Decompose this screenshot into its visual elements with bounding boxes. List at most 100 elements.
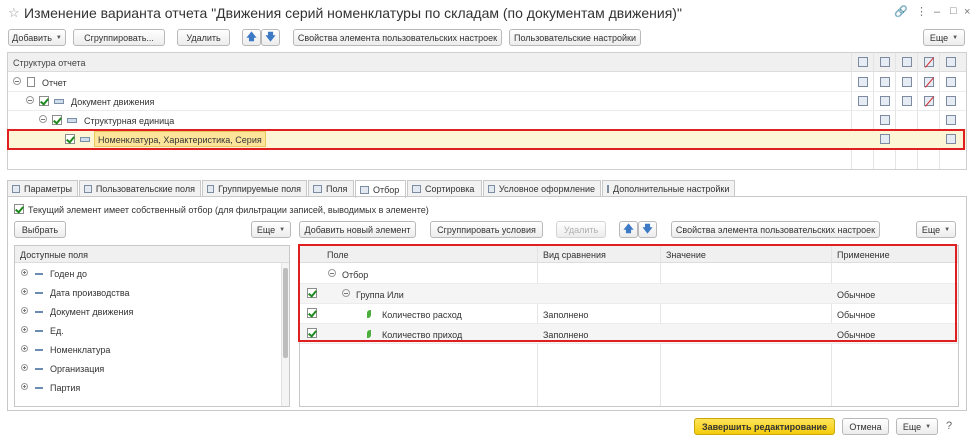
more-icon[interactable]: ⋮ — [916, 6, 927, 18]
list-item[interactable]: Дата производства — [15, 283, 277, 302]
output-settings-icon[interactable] — [946, 96, 956, 106]
group-button[interactable]: Сгруппировать... — [73, 29, 165, 46]
tab-fields[interactable]: Поля — [308, 180, 354, 197]
expand-icon[interactable] — [21, 383, 28, 390]
element-properties-button[interactable]: Свойства элемента пользовательских настр… — [293, 29, 502, 46]
filter-element-properties-button[interactable]: Свойства элемента пользовательских настр… — [671, 221, 880, 238]
list-item[interactable]: Годен до — [15, 264, 277, 283]
list-item-label: Номенклатура — [50, 345, 111, 355]
collapse-icon[interactable] — [39, 115, 47, 123]
output-settings-icon[interactable] — [946, 115, 956, 125]
tab-label: Группируемые поля — [218, 184, 301, 194]
structure-header: Структура отчета — [8, 53, 966, 72]
enable-checkbox[interactable] — [39, 96, 49, 106]
structure-row-document[interactable]: Документ движения — [8, 92, 966, 111]
enable-checkbox[interactable] — [52, 115, 62, 125]
select-button[interactable]: Выбрать — [14, 221, 66, 238]
conditional-format-icon[interactable] — [924, 96, 934, 106]
order-settings-icon[interactable] — [902, 96, 912, 106]
expand-icon[interactable] — [21, 269, 28, 276]
expand-icon[interactable] — [21, 345, 28, 352]
filter-settings-icon[interactable] — [880, 57, 890, 67]
add-button[interactable]: Добавить ▼ — [8, 29, 66, 46]
field-icon — [35, 387, 43, 389]
order-settings-icon[interactable] — [902, 77, 912, 87]
filter-settings-icon[interactable] — [880, 96, 890, 106]
maximize-icon[interactable]: □ — [950, 5, 957, 17]
list-item[interactable]: Ед. — [15, 321, 277, 340]
more-button-label: Еще — [256, 224, 276, 235]
finish-editing-label: Завершить редактирование — [701, 421, 828, 432]
dropdown-caret-icon: ▼ — [944, 226, 951, 233]
conditional-format-icon[interactable] — [924, 77, 934, 87]
arrow-up-icon: 🡅 — [246, 31, 257, 43]
add-new-element-button[interactable]: Добавить новый элемент — [299, 221, 416, 238]
available-more-button[interactable]: Еще ▼ — [251, 221, 291, 238]
tab-user-fields[interactable]: Пользовательские поля — [79, 180, 201, 197]
filter-move-up-button[interactable]: 🡅 — [619, 221, 638, 238]
column-settings-icon[interactable] — [858, 96, 868, 106]
more-button[interactable]: Еще ▼ — [923, 29, 965, 46]
own-filter-checkbox[interactable] — [14, 204, 24, 214]
filter-delete-button[interactable]: Удалить — [556, 221, 606, 238]
group-button-label: Сгруппировать... — [84, 32, 154, 43]
order-settings-icon[interactable] — [902, 57, 912, 67]
collapse-icon[interactable] — [13, 77, 21, 85]
expand-icon[interactable] — [21, 326, 28, 333]
tab-label: Дополнительные настройки — [613, 184, 730, 194]
scrollbar[interactable] — [281, 263, 289, 406]
tab-label: Сортировка — [425, 184, 475, 194]
move-up-button[interactable]: 🡅 — [242, 29, 261, 46]
filter-more-button[interactable]: Еще ▼ — [916, 221, 956, 238]
list-item[interactable]: Документ движения — [15, 302, 277, 321]
footer-more-button[interactable]: Еще ▼ — [896, 418, 938, 435]
structure-row-label: Отчет — [42, 78, 67, 88]
expand-icon[interactable] — [21, 364, 28, 371]
structure-row-report[interactable]: Отчет — [8, 73, 966, 92]
filter-settings-icon[interactable] — [880, 77, 890, 87]
conditional-format-icon[interactable] — [924, 57, 934, 67]
field-icon — [35, 330, 43, 332]
filter-move-down-button[interactable]: 🡇 — [638, 221, 657, 238]
tab-conditional-format[interactable]: Условное оформление — [483, 180, 601, 197]
filter-icon — [360, 185, 369, 194]
list-item[interactable]: Партия — [15, 378, 277, 397]
list-item[interactable]: Номенклатура — [15, 340, 277, 359]
field-icon — [35, 273, 43, 275]
element-properties-label: Свойства элемента пользовательских настр… — [297, 32, 498, 43]
filter-settings-icon[interactable] — [880, 115, 890, 125]
tab-label: Пользовательские поля — [95, 184, 195, 194]
highlight-frame-structure — [7, 129, 965, 150]
list-item[interactable]: Организация — [15, 359, 277, 378]
output-settings-icon[interactable] — [946, 57, 956, 67]
delete-button[interactable]: Удалить — [177, 29, 230, 46]
scrollbar-thumb[interactable] — [283, 268, 288, 358]
tab-additional-settings[interactable]: Дополнительные настройки — [602, 180, 735, 197]
structure-row-unit[interactable]: Структурная единица — [8, 111, 966, 130]
tab-parameters[interactable]: Параметры — [7, 180, 78, 197]
link-icon[interactable]: 🔗 — [894, 6, 908, 18]
user-fields-icon — [84, 185, 92, 193]
close-icon[interactable]: × — [964, 6, 970, 18]
finish-editing-button[interactable]: Завершить редактирование — [694, 418, 835, 435]
tab-sorting[interactable]: Сортировка — [407, 180, 482, 197]
output-settings-icon[interactable] — [946, 77, 956, 87]
group-conditions-button[interactable]: Сгруппировать условия — [430, 221, 543, 238]
tab-grouping-fields[interactable]: Группируемые поля — [202, 180, 307, 197]
minimize-icon[interactable]: – — [934, 6, 940, 18]
arrow-up-icon: 🡅 — [623, 223, 634, 235]
own-filter-label: Текущий элемент имеет собственный отбор … — [28, 205, 429, 215]
move-down-button[interactable]: 🡇 — [261, 29, 280, 46]
user-settings-button[interactable]: Пользовательские настройки — [509, 29, 641, 46]
expand-icon[interactable] — [21, 288, 28, 295]
collapse-icon[interactable] — [26, 96, 34, 104]
column-settings-icon[interactable] — [858, 57, 868, 67]
select-button-label: Выбрать — [21, 224, 59, 235]
column-settings-icon[interactable] — [858, 77, 868, 87]
favorite-star-icon[interactable]: ☆ — [8, 6, 20, 19]
cancel-button[interactable]: Отмена — [842, 418, 889, 435]
arrow-down-icon: 🡇 — [642, 223, 653, 235]
expand-icon[interactable] — [21, 307, 28, 314]
help-icon[interactable]: ? — [946, 420, 952, 432]
field-icon — [35, 292, 43, 294]
